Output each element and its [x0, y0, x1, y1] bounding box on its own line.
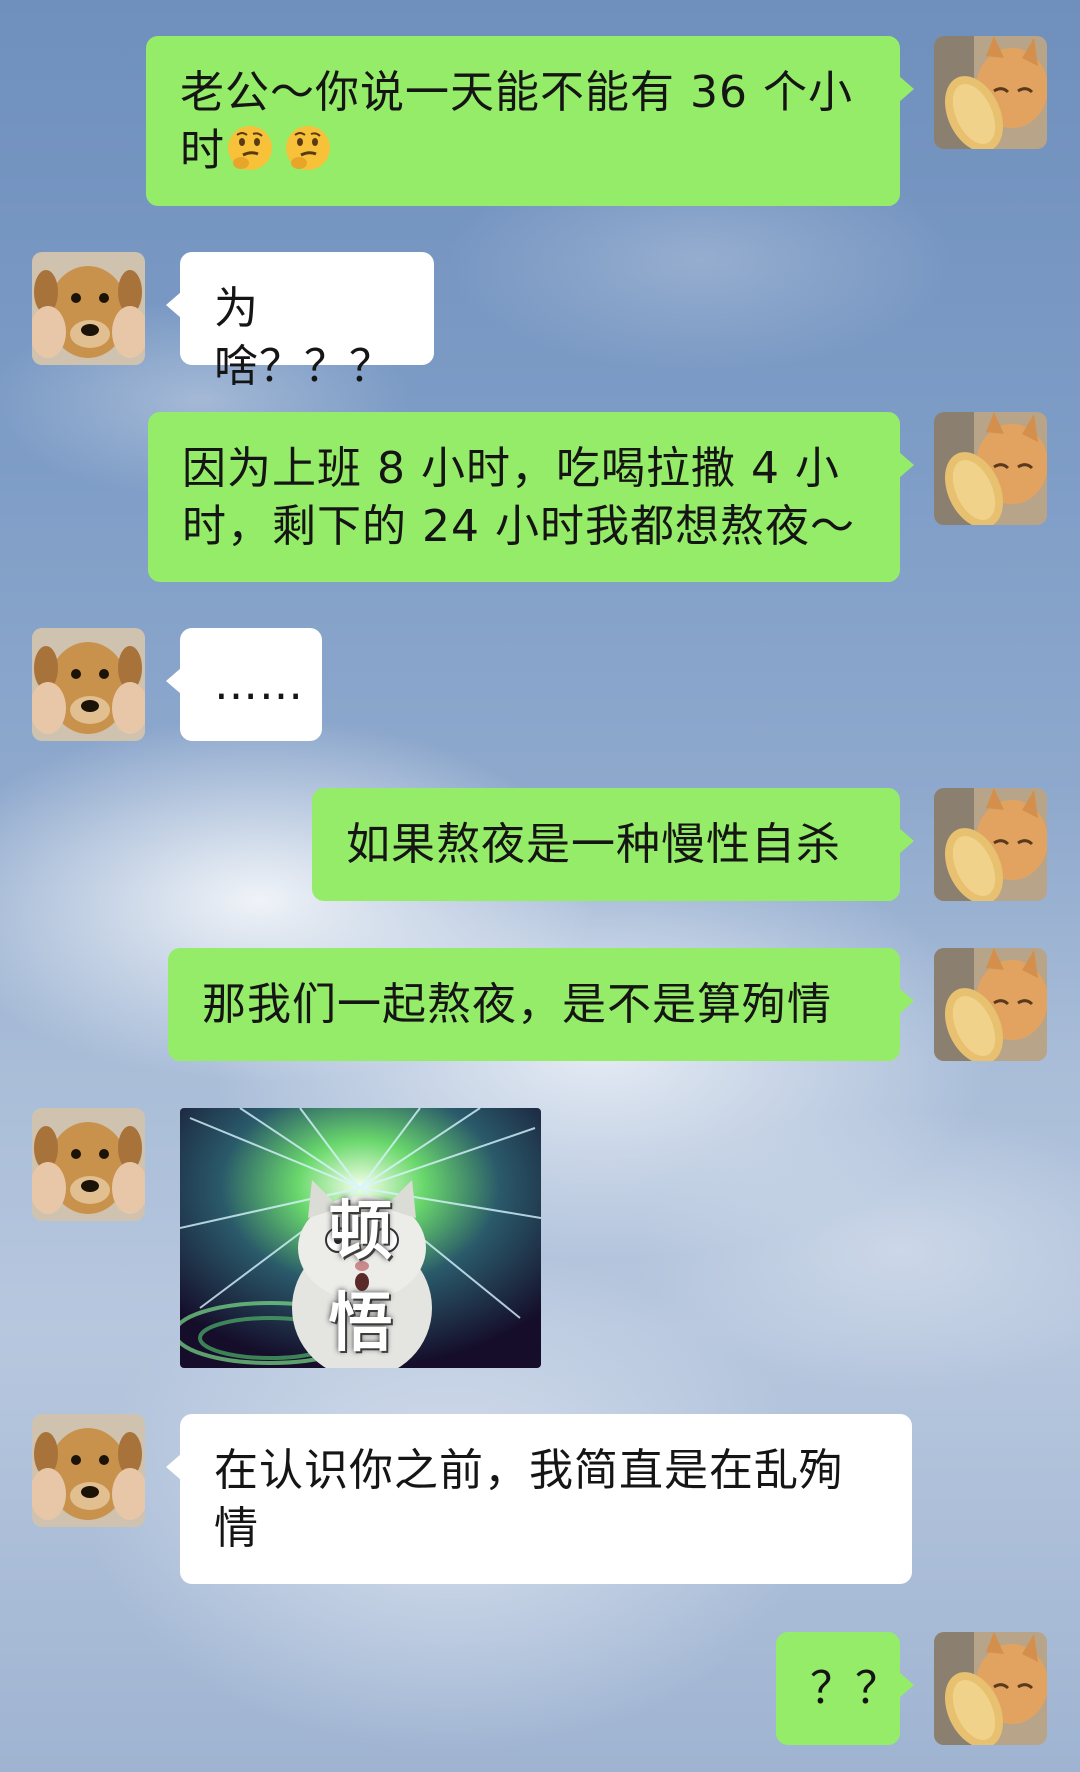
message-text: 因为上班 8 小时，吃喝拉撒 4 小时，剩下的 24 小时我都想熬夜～: [182, 443, 855, 552]
orange-cat-avatar[interactable]: [934, 36, 1047, 149]
message-text: 老公～你说一天能不能有 36 个小时: [180, 67, 853, 176]
thinking-face-icon: [225, 123, 275, 173]
orange-cat-avatar[interactable]: [934, 788, 1047, 901]
puppy-dog-avatar[interactable]: [32, 1414, 145, 1527]
orange-cat-avatar[interactable]: [934, 948, 1047, 1061]
message-bubble-sent[interactable]: ？？: [776, 1632, 914, 1745]
thinking-face-icon: [283, 123, 333, 173]
message-bubble-sent[interactable]: 那我们一起熬夜，是不是算殉情: [168, 948, 914, 1061]
message-bubble-received[interactable]: ……: [166, 628, 322, 741]
message-bubble-sent[interactable]: 老公～你说一天能不能有 36 个小时: [146, 36, 914, 206]
message-text: ？？: [810, 1663, 900, 1714]
message-bubble-received[interactable]: 为啥？？？: [166, 252, 434, 392]
puppy-dog-avatar[interactable]: [32, 628, 145, 741]
message-text: 为啥？？？: [214, 283, 394, 392]
message-text: 如果熬夜是一种慢性自杀: [346, 819, 841, 870]
message-text: 那我们一起熬夜，是不是算殉情: [202, 979, 832, 1030]
surprised-cat-sticker[interactable]: 顿 悟: [180, 1108, 541, 1368]
message-bubble-sent[interactable]: 因为上班 8 小时，吃喝拉撒 4 小时，剩下的 24 小时我都想熬夜～: [148, 412, 914, 582]
orange-cat-avatar[interactable]: [934, 1632, 1047, 1745]
message-text: ……: [214, 659, 304, 710]
puppy-dog-avatar[interactable]: [32, 252, 145, 365]
puppy-dog-avatar[interactable]: [32, 1108, 145, 1221]
orange-cat-avatar[interactable]: [934, 412, 1047, 525]
message-bubble-received[interactable]: 在认识你之前，我简直是在乱殉情: [166, 1414, 912, 1584]
message-text: 在认识你之前，我简直是在乱殉情: [214, 1445, 844, 1554]
sticker-caption: 顿 悟: [328, 1195, 457, 1361]
message-bubble-sent[interactable]: 如果熬夜是一种慢性自杀: [312, 788, 914, 901]
